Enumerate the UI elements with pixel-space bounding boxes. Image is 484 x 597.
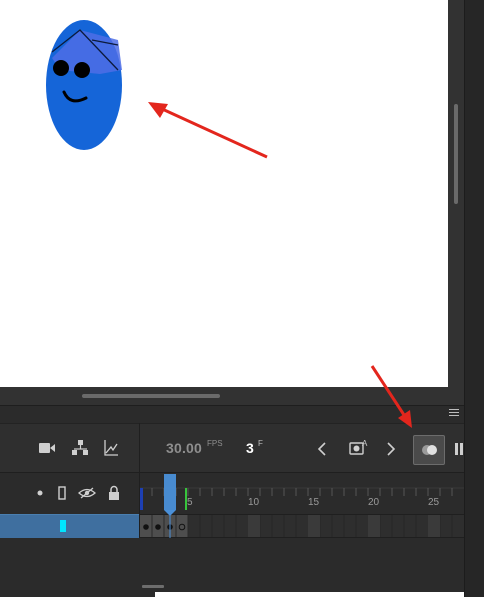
right-panel-edge [464,0,484,597]
current-frame[interactable]: 3 [246,440,254,456]
keyframe-dot [143,524,149,530]
stage-artwork [46,20,268,159]
graph-icon[interactable] [103,439,119,457]
ruler-label-20: 20 [368,497,380,508]
annotation-arrow-onion [370,365,412,428]
layer-list-empty [0,538,464,597]
fps-unit: FPS [207,439,223,448]
horizontal-scrollbar[interactable] [82,394,220,398]
ruler-label-15: 15 [308,497,320,508]
hide-eye-icon[interactable] [78,487,96,499]
next-frame-icon[interactable] [386,441,396,457]
range-start-marker [140,488,143,510]
left-eye [53,60,69,76]
svg-text:A: A [362,439,368,448]
ruler-ticks [140,487,464,510]
annotation-arrow-stage [159,106,268,159]
panel-menu-icon[interactable] [449,409,459,418]
timeline-horizontal-scrollbar[interactable] [142,585,164,588]
right-eye [74,62,90,78]
frame-cells [140,515,453,537]
insert-keyframe-icon[interactable]: A [349,438,369,458]
vertical-scrollbar[interactable] [454,104,458,204]
onion-skin-button[interactable] [413,435,445,465]
dot-icon[interactable] [36,489,44,497]
outline-icon[interactable] [57,486,67,500]
frame-unit: F [258,439,263,448]
ruler-label-25: 25 [428,497,440,508]
onion-skin-icon [422,445,437,455]
ruler-label-5: 5 [187,497,193,508]
layer-color-swatch[interactable] [60,520,66,532]
keyframe-dot [155,524,161,530]
edit-multiple-frames-icon[interactable] [454,441,464,457]
camera-icon[interactable] [38,441,56,455]
fps-value[interactable]: 30.00 [166,440,202,456]
parenting-icon[interactable] [71,439,89,457]
bottom-status-strip [155,592,464,597]
ruler-label-10: 10 [248,497,260,508]
layer-row[interactable] [0,514,139,538]
lock-icon[interactable] [107,485,121,501]
previous-frame-icon[interactable] [317,441,327,457]
app-window: { "stage": { "background": "#ffffff", "c… [0,0,484,597]
